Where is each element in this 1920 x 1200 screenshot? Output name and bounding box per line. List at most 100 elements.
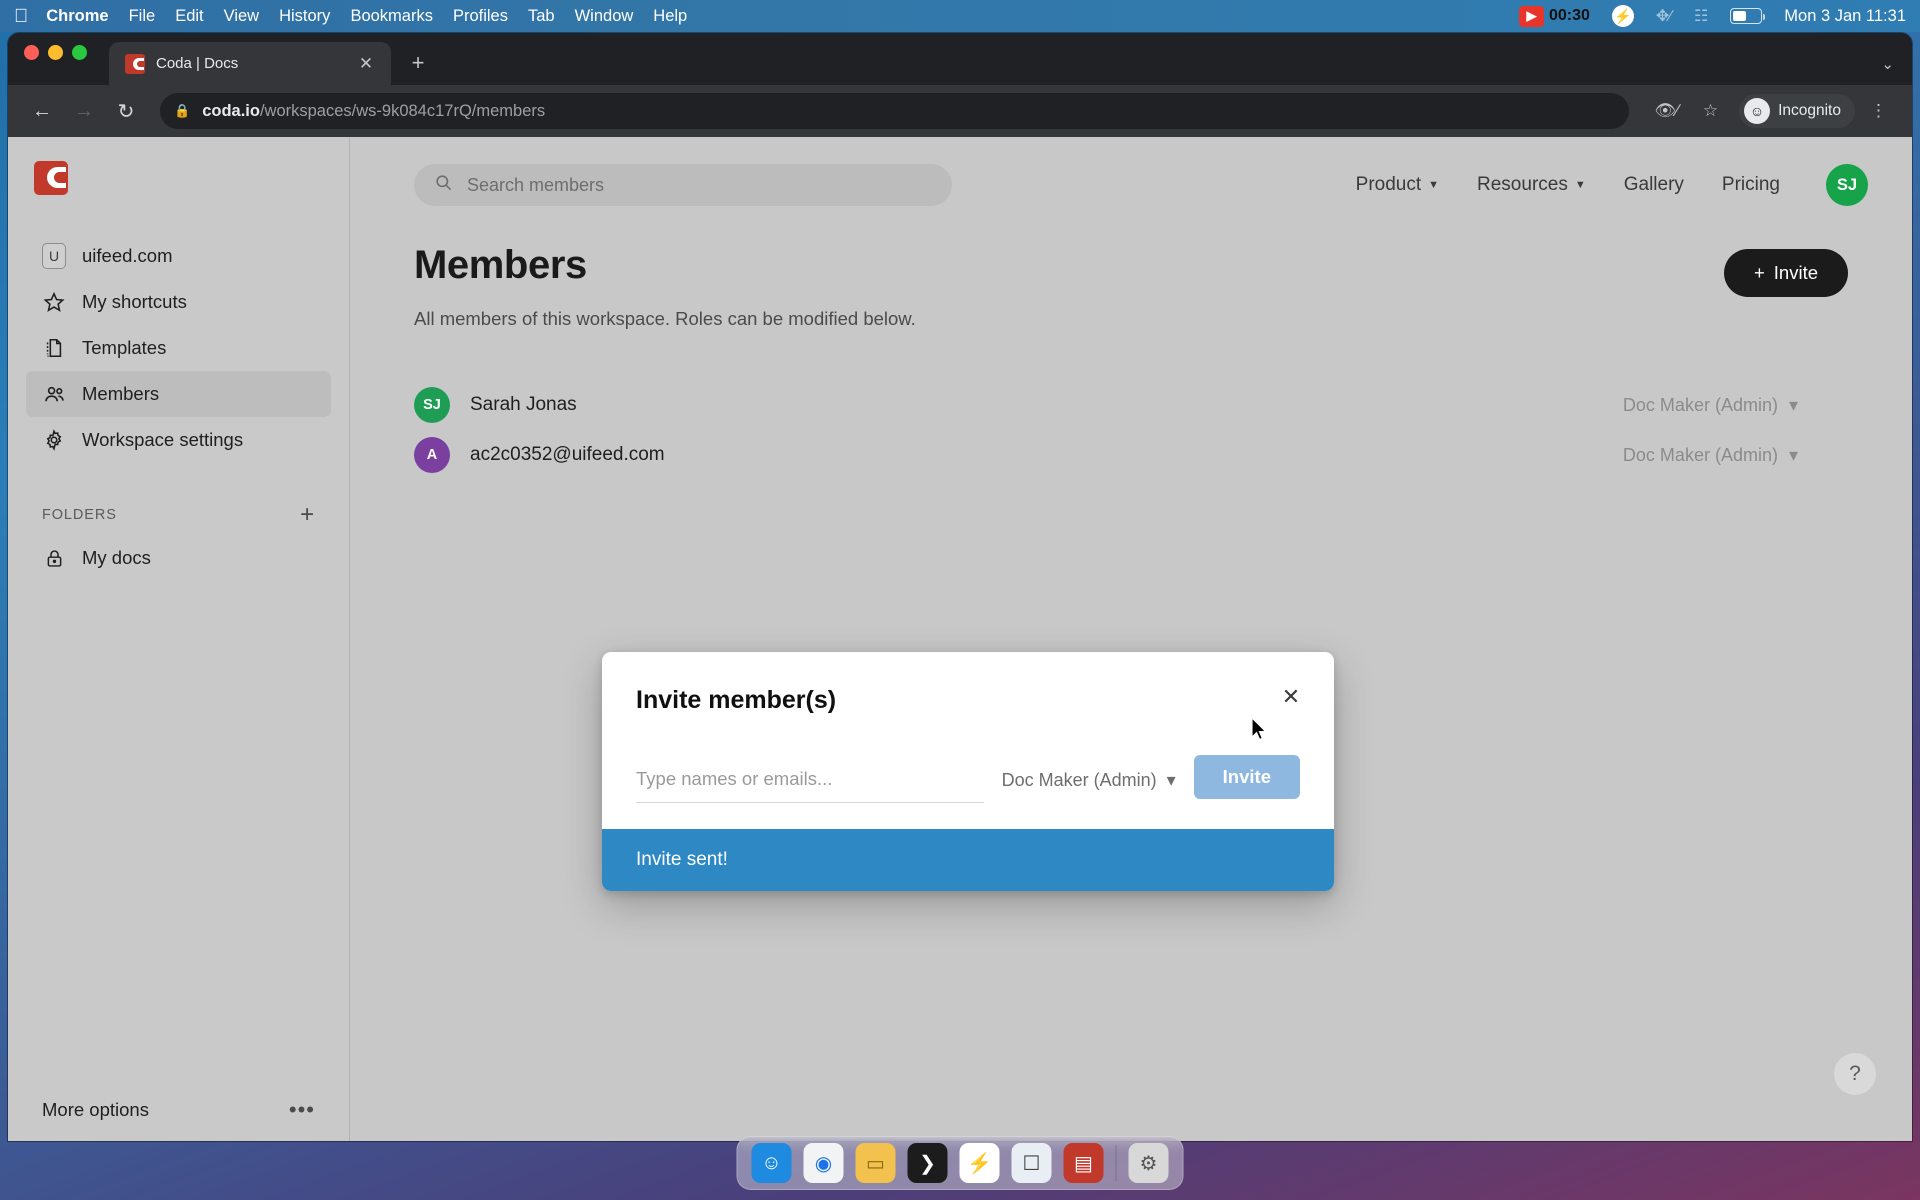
table-row[interactable]: SJ Sarah Jonas Doc Maker (Admin) ▾: [414, 380, 1848, 430]
close-icon[interactable]: ✕: [1276, 682, 1306, 712]
nav-link-label: Product: [1355, 174, 1422, 195]
sidebar-more-options[interactable]: More options •••: [8, 1079, 349, 1141]
minimize-window-button[interactable]: [48, 44, 63, 60]
member-role-dropdown[interactable]: Doc Maker (Admin) ▾: [1623, 445, 1848, 466]
top-nav-links: Product ▼ Resources ▼ Gallery Pricing SJ: [1356, 164, 1868, 206]
search-icon: [434, 173, 453, 197]
incognito-indicator[interactable]: ☺ Incognito: [1739, 94, 1855, 128]
close-window-button[interactable]: [24, 44, 39, 60]
menu-item-profiles[interactable]: Profiles: [453, 7, 508, 26]
search-placeholder: Search members: [467, 174, 605, 195]
table-row[interactable]: A ac2c0352@uifeed.com Doc Maker (Admin) …: [414, 430, 1848, 480]
help-button[interactable]: ?: [1834, 1053, 1876, 1095]
dock-icon-preview[interactable]: ☐: [1011, 1143, 1052, 1183]
more-options-label: More options: [42, 1099, 149, 1120]
user-avatar[interactable]: SJ: [1826, 164, 1868, 206]
sidebar-item-my-docs[interactable]: My docs: [26, 535, 331, 581]
browser-toolbar: ← → ↻ 🔒 coda.io/workspaces/ws-9k084c17rQ…: [8, 85, 1912, 137]
sidebar-item-label: My docs: [82, 547, 151, 568]
sidebar-item-workspace[interactable]: U uifeed.com: [26, 233, 331, 279]
sidebar-item-templates[interactable]: Templates: [26, 325, 331, 371]
bolt-icon[interactable]: ⚡: [1611, 5, 1634, 27]
screen-record-time: 00:30: [1548, 7, 1590, 24]
lock-icon: [42, 548, 66, 569]
reload-button[interactable]: ↻: [108, 93, 144, 129]
url-path: /workspaces/ws-9k084c17rQ/members: [259, 101, 546, 120]
star-icon[interactable]: ☆: [1694, 101, 1727, 121]
close-tab-button[interactable]: ✕: [353, 51, 379, 77]
browser-tabstrip: Coda | Docs ✕ + ⌄: [8, 33, 1912, 85]
chevron-down-icon: ▾: [1788, 394, 1798, 415]
search-members-input[interactable]: Search members: [414, 164, 952, 206]
browser-tab[interactable]: Coda | Docs ✕: [109, 42, 391, 85]
avatar: SJ: [414, 387, 450, 423]
page-subtitle: All members of this workspace. Roles can…: [414, 308, 916, 329]
eye-slash-icon[interactable]: 👁∕: [1645, 101, 1687, 121]
sidebar-item-my-shortcuts[interactable]: My shortcuts: [26, 279, 331, 325]
bluetooth-off-icon[interactable]: ✥∕: [1656, 6, 1672, 26]
back-button[interactable]: ←: [24, 93, 60, 129]
sidebar-item-members[interactable]: Members: [26, 371, 331, 417]
incognito-label: Incognito: [1778, 102, 1841, 119]
sidebar: U uifeed.com My shortcuts Templates Memb…: [8, 137, 350, 1141]
dock-icon-chrome[interactable]: ◉: [803, 1143, 844, 1183]
dock-icon-zap-app[interactable]: ⚡: [959, 1143, 1000, 1183]
invite-emails-input[interactable]: Type names or emails...: [636, 768, 984, 803]
gear-icon: [42, 429, 66, 451]
avatar: A: [414, 437, 450, 473]
nav-link-gallery[interactable]: Gallery: [1624, 174, 1684, 196]
sidebar-item-workspace-settings[interactable]: Workspace settings: [26, 417, 331, 463]
dock-icon-trash[interactable]: ⚙: [1128, 1143, 1169, 1183]
forward-button[interactable]: →: [66, 93, 102, 129]
menu-item-edit[interactable]: Edit: [175, 7, 203, 26]
menu-item-history[interactable]: History: [279, 7, 330, 26]
new-tab-button[interactable]: +: [405, 50, 431, 76]
menu-item-chrome[interactable]: Chrome: [46, 7, 108, 26]
kebab-menu-icon[interactable]: ⋮: [1861, 101, 1896, 121]
add-folder-button[interactable]: +: [300, 503, 315, 527]
invite-role-label: Doc Maker (Admin): [1001, 770, 1157, 790]
modal-invite-submit-button[interactable]: Invite: [1193, 755, 1300, 799]
nav-link-pricing[interactable]: Pricing: [1722, 174, 1780, 196]
top-navigation: Search members Product ▼ Resources ▼ Gal…: [350, 137, 1912, 233]
member-role-dropdown[interactable]: Doc Maker (Admin) ▾: [1623, 395, 1848, 416]
menu-item-bookmarks[interactable]: Bookmarks: [350, 7, 433, 26]
battery-icon[interactable]: [1730, 8, 1766, 24]
folders-heading-row: FOLDERS +: [42, 503, 315, 527]
main-content: Search members Product ▼ Resources ▼ Gal…: [350, 137, 1912, 1141]
window-traffic-lights: [24, 33, 87, 85]
invite-form-row: Type names or emails... Doc Maker (Admin…: [636, 755, 1300, 803]
folders-heading: FOLDERS: [42, 507, 117, 523]
apple-icon[interactable]: : [14, 7, 28, 26]
chevron-down-icon: ▼: [1428, 179, 1440, 191]
invite-button-label: Invite: [1773, 262, 1818, 283]
dock-separator: [1115, 1145, 1117, 1181]
more-options-dots-icon[interactable]: •••: [289, 1097, 315, 1123]
nav-link-product[interactable]: Product ▼: [1356, 174, 1439, 196]
tab-search-button[interactable]: ⌄: [1881, 55, 1894, 73]
invite-role-dropdown[interactable]: Doc Maker (Admin) ▾: [1002, 770, 1176, 803]
menu-item-view[interactable]: View: [224, 7, 259, 26]
menubar-clock[interactable]: Mon 3 Jan 11:31: [1784, 7, 1906, 26]
maximize-window-button[interactable]: [72, 44, 87, 60]
screen-record-status[interactable]: ▶ 00:30: [1518, 5, 1590, 27]
workspace-initial: U: [42, 243, 66, 269]
menu-item-file[interactable]: File: [129, 7, 156, 26]
menu-item-tab[interactable]: Tab: [528, 7, 555, 26]
control-center-icon[interactable]: ☷: [1694, 6, 1708, 26]
menu-item-help[interactable]: Help: [653, 7, 687, 26]
tab-title: Coda | Docs: [156, 55, 239, 72]
coda-favicon: [125, 53, 145, 74]
plus-icon: +: [1753, 262, 1765, 283]
menu-item-window[interactable]: Window: [575, 7, 634, 26]
url-host: coda.io: [202, 101, 260, 120]
nav-link-resources[interactable]: Resources ▼: [1477, 174, 1586, 196]
dock-icon-terminal[interactable]: ❯: [907, 1143, 948, 1183]
dock-icon-notes[interactable]: ▭: [855, 1143, 896, 1183]
dock-icon-finder[interactable]: ☺: [751, 1143, 792, 1183]
coda-logo[interactable]: [34, 161, 68, 195]
address-bar[interactable]: 🔒 coda.io/workspaces/ws-9k084c17rQ/membe…: [160, 93, 1630, 129]
templates-icon: [42, 337, 66, 359]
invite-button[interactable]: + Invite: [1723, 249, 1848, 297]
dock-icon-toolbox[interactable]: ▤: [1063, 1143, 1104, 1183]
